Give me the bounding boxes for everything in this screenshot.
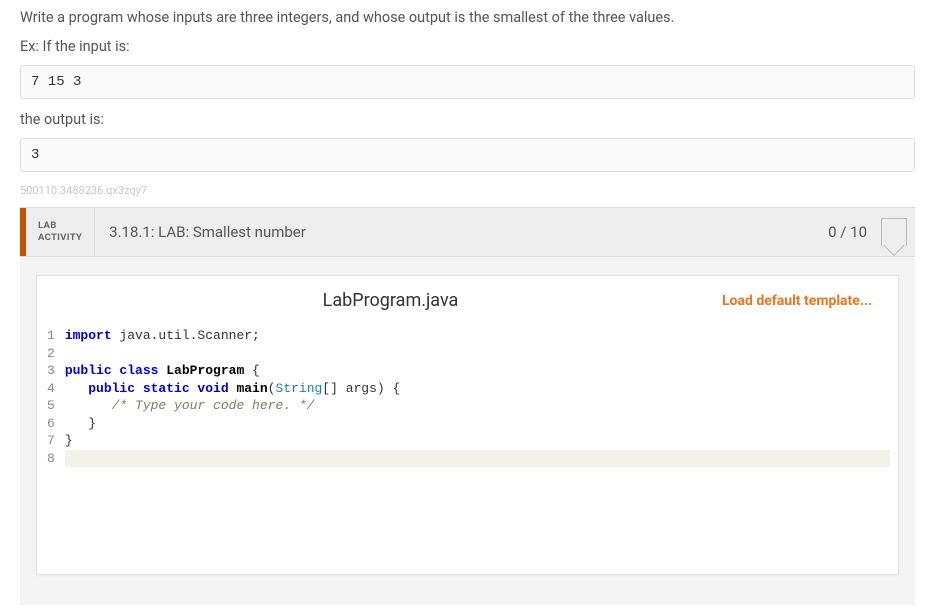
line-number: 5 [47,397,55,415]
code-line[interactable]: } [65,432,890,450]
code-line[interactable]: } [65,415,890,433]
filename-label: LabProgram.java [59,290,722,311]
watermark-text: 500110.3488236.qx3zqy7 [20,184,915,197]
problem-description: Write a program whose inputs are three i… [20,9,915,26]
code-line[interactable] [65,450,890,468]
activity-score: 0 / 10 [818,208,877,256]
output-label: the output is: [20,111,915,128]
example-output-box: 3 [20,138,915,172]
expand-toggle[interactable] [881,218,907,246]
code-lines[interactable]: import java.util.Scanner; public class La… [61,325,898,469]
line-number: 7 [47,432,55,450]
line-number: 1 [47,327,55,345]
code-line[interactable]: public class LabProgram { [65,362,890,380]
line-number: 3 [47,362,55,380]
example-input-box: 7 15 3 [20,65,915,99]
line-number: 4 [47,380,55,398]
activity-type-label: LAB ACTIVITY [26,208,95,256]
line-gutter: 12345678 [37,325,61,469]
code-editor[interactable]: 12345678 import java.util.Scanner; public… [37,325,898,529]
activity-label-line1: LAB [38,220,57,232]
activity-label-line2: ACTIVITY [38,232,82,244]
line-number: 6 [47,415,55,433]
line-number: 8 [47,450,55,468]
editor-panel: LabProgram.java Load default template...… [36,275,899,575]
example-label: Ex: If the input is: [20,38,915,55]
editor-outer: LabProgram.java Load default template...… [20,257,915,605]
editor-header: LabProgram.java Load default template... [37,276,898,325]
code-line[interactable]: /* Type your code here. */ [65,397,890,415]
code-line[interactable]: public static void main(String[] args) { [65,380,890,398]
code-line[interactable]: import java.util.Scanner; [65,327,890,345]
load-default-template-link[interactable]: Load default template... [722,293,876,309]
activity-title: 3.18.1: LAB: Smallest number [95,208,818,256]
line-number: 2 [47,345,55,363]
activity-bar: LAB ACTIVITY 3.18.1: LAB: Smallest numbe… [20,207,915,257]
code-line[interactable] [65,345,890,363]
